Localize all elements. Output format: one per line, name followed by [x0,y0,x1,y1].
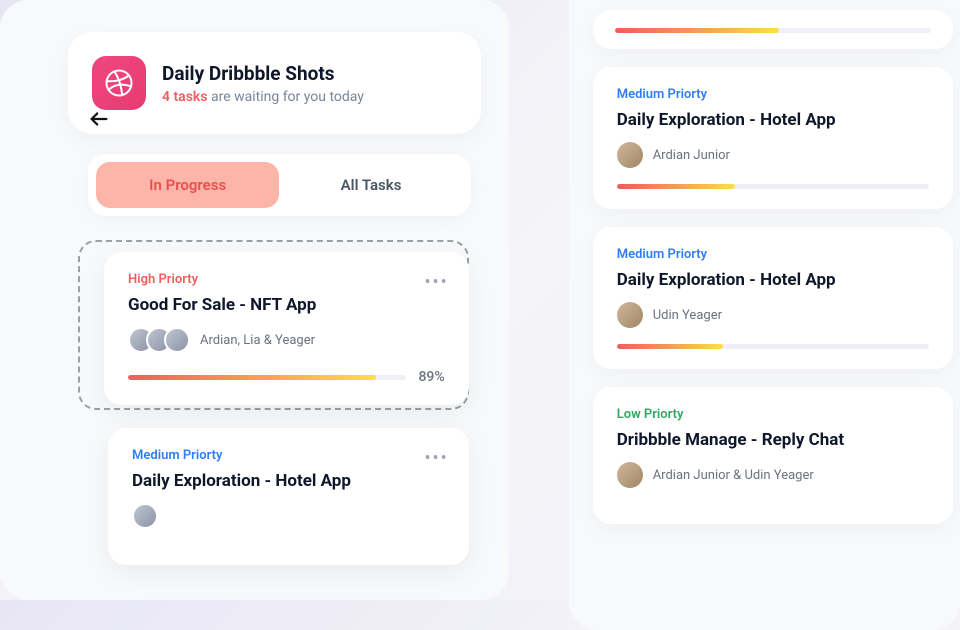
dribbble-logo-icon [92,56,146,110]
assignees-row: Udin Yeager [617,302,929,328]
progress-percent: 89% [418,369,444,385]
progress-row: 89% [128,369,445,385]
priority-badge: Medium Priorty [617,87,929,102]
avatar-stack [132,503,158,529]
avatar [132,503,158,529]
task-card[interactable]: ••• Medium Priorty Daily Exploration - H… [108,428,469,565]
avatar [617,462,643,488]
progress-fill [615,28,779,33]
progress-bar [615,28,931,33]
main-panel: Daily Dribbble Shots 4 tasks are waiting… [0,0,509,600]
avatar-stack [128,327,190,353]
progress-bar [128,375,406,380]
assignee-names: Ardian Junior [653,148,730,163]
task-count: 4 tasks [162,89,208,105]
task-title: Dribbble Manage - Reply Chat [617,430,929,450]
tabs: In Progress All Tasks [88,154,471,216]
task-card[interactable]: ••• High Priorty Good For Sale - NFT App… [104,252,469,405]
assignee-names: Udin Yeager [653,308,722,323]
page-title: Daily Dribbble Shots [162,62,364,85]
avatar [164,327,190,353]
task-title: Daily Exploration - Hotel App [617,110,929,130]
task-card[interactable]: Low Priorty Dribbble Manage - Reply Chat… [593,387,953,524]
avatar [617,142,643,168]
priority-badge: Medium Priorty [132,448,445,463]
task-title: Daily Exploration - Hotel App [132,471,445,491]
progress-fill [617,184,736,189]
assignees-row: Ardian Junior & Udin Yeager [617,462,929,488]
progress-fill [128,375,376,380]
back-arrow-icon[interactable] [88,108,110,136]
tab-in-progress[interactable]: In Progress [96,162,279,208]
assignees-row: Ardian Junior [617,142,929,168]
task-title: Good For Sale - NFT App [128,295,445,315]
task-card-partial[interactable] [593,10,953,49]
priority-badge: Low Priorty [617,407,929,422]
more-icon[interactable]: ••• [424,272,448,293]
task-card[interactable]: Medium Priorty Daily Exploration - Hotel… [593,227,953,369]
header-subtitle: 4 tasks are waiting for you today [162,89,364,105]
tab-all-tasks[interactable]: All Tasks [279,162,462,208]
drop-zone[interactable]: ••• High Priorty Good For Sale - NFT App… [78,240,469,410]
header-text: Daily Dribbble Shots 4 tasks are waiting… [162,62,364,105]
priority-badge: Medium Priorty [617,247,929,262]
progress-bar [617,184,929,189]
progress-fill [617,344,723,349]
task-title: Daily Exploration - Hotel App [617,270,929,290]
header-card: Daily Dribbble Shots 4 tasks are waiting… [68,32,481,134]
progress-bar [617,344,929,349]
task-card[interactable]: Medium Priorty Daily Exploration - Hotel… [593,67,953,209]
more-icon[interactable]: ••• [424,448,448,469]
avatar [617,302,643,328]
assignee-names: Ardian Junior & Udin Yeager [653,468,814,483]
side-panel: Medium Priorty Daily Exploration - Hotel… [569,0,960,630]
assignees-row [132,503,445,529]
priority-badge: High Priorty [128,272,445,287]
assignees-row: Ardian, Lia & Yeager [128,327,445,353]
assignee-names: Ardian, Lia & Yeager [200,333,315,348]
